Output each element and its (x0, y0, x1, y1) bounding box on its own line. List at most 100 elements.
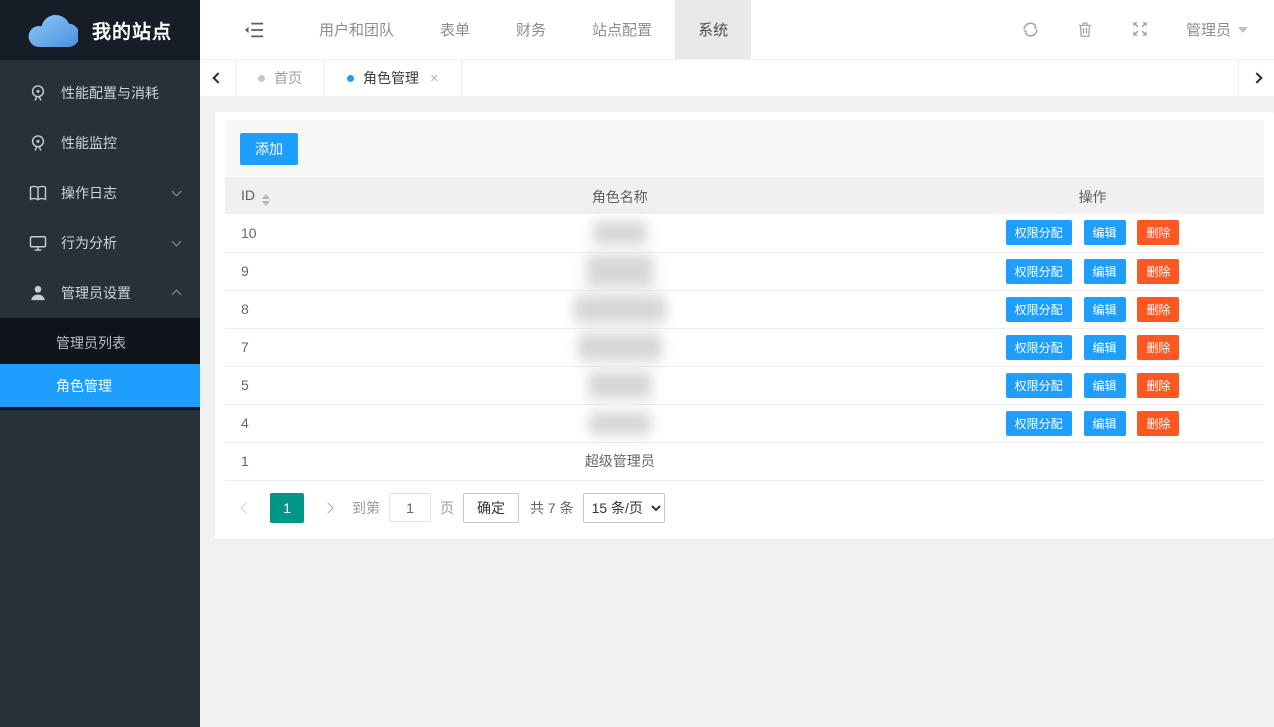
column-header-actions: 操作 (921, 179, 1264, 214)
sidebar-item-label: 性能配置与消耗 (61, 83, 180, 103)
tab-home[interactable]: 首页 (236, 60, 325, 96)
collapse-menu-icon[interactable] (244, 21, 264, 39)
table-row: 4 权限分配 编辑 删除 (225, 404, 1264, 442)
redacted-name (589, 412, 651, 435)
nav-item-forms[interactable]: 表单 (417, 0, 493, 59)
cell-id: 8 (225, 290, 319, 328)
assign-permission-button[interactable]: 权限分配 (1006, 259, 1072, 284)
assign-permission-button[interactable]: 权限分配 (1006, 373, 1072, 398)
assign-permission-button[interactable]: 权限分配 (1006, 297, 1072, 322)
redacted-name (593, 221, 647, 245)
cell-role-name (319, 290, 922, 328)
nav-label: 用户和团队 (319, 19, 394, 40)
cell-id: 9 (225, 252, 319, 290)
table-toolbar: 添加 (225, 120, 1264, 179)
chevron-down-icon (172, 187, 182, 197)
table-row: 5 权限分配 编辑 删除 (225, 366, 1264, 404)
cell-actions (921, 442, 1264, 480)
admin-settings-submenu: 管理员列表 角色管理 (0, 318, 200, 410)
tab-bar: 首页 角色管理 × (200, 60, 1274, 97)
user-name: 管理员 (1186, 19, 1231, 40)
tab-scroll-left-icon[interactable] (200, 60, 236, 96)
assign-permission-button[interactable]: 权限分配 (1006, 411, 1072, 436)
edit-button[interactable]: 编辑 (1084, 373, 1126, 398)
refresh-icon[interactable] (1021, 20, 1040, 39)
sidebar-subitem-role-management[interactable]: 角色管理 (0, 364, 200, 407)
sidebar-item-performance-config[interactable]: 性能配置与消耗 (0, 68, 200, 118)
user-menu[interactable]: 管理员 (1186, 19, 1248, 40)
nav-label: 系统 (698, 19, 728, 40)
sidebar-menu: 性能配置与消耗 性能监控 操作日志 (0, 60, 200, 410)
role-table-card: 添加 ID 角色名称 操作 10 (215, 112, 1274, 539)
edit-button[interactable]: 编辑 (1084, 259, 1126, 284)
sidebar-item-admin-settings[interactable]: 管理员设置 (0, 268, 200, 318)
user-icon (28, 283, 48, 303)
goto-label: 到第 (352, 498, 380, 518)
assign-permission-button[interactable]: 权限分配 (1006, 220, 1072, 245)
cell-actions: 权限分配 编辑 删除 (921, 290, 1264, 328)
delete-button[interactable]: 删除 (1137, 297, 1179, 322)
delete-button[interactable]: 删除 (1137, 220, 1179, 245)
cell-role-name (319, 214, 922, 252)
chevron-right-icon (322, 502, 333, 513)
cell-id: 1 (225, 442, 319, 480)
cell-id: 7 (225, 328, 319, 366)
delete-button[interactable]: 删除 (1137, 259, 1179, 284)
cell-role-name (319, 328, 922, 366)
redacted-name (578, 333, 662, 361)
delete-button[interactable]: 删除 (1137, 411, 1179, 436)
sidebar-item-behavior-analysis[interactable]: 行为分析 (0, 218, 200, 268)
logo[interactable]: 我的站点 (0, 0, 200, 60)
next-page-button[interactable] (313, 493, 343, 523)
nav-label: 财务 (516, 19, 546, 40)
column-label: 角色名称 (592, 189, 648, 205)
top-header: 用户和团队 表单 财务 站点配置 系统 (200, 0, 1274, 60)
cell-actions: 权限分配 编辑 删除 (921, 252, 1264, 290)
cell-id: 10 (225, 214, 319, 252)
cell-role-name: 超级管理员 (319, 442, 922, 480)
edit-button[interactable]: 编辑 (1084, 335, 1126, 360)
edit-button[interactable]: 编辑 (1084, 220, 1126, 245)
page-number-input[interactable] (389, 493, 431, 522)
page-size-select[interactable]: 15 条/页 (583, 493, 665, 523)
sidebar-item-label: 行为分析 (61, 233, 173, 253)
current-page[interactable]: 1 (270, 493, 304, 523)
pagination: 1 到第 页 确定 共 7 条 15 条/页 (225, 481, 1264, 533)
nav-item-users-teams[interactable]: 用户和团队 (296, 0, 417, 59)
sidebar-subitem-label: 角色管理 (56, 376, 112, 396)
cell-id: 4 (225, 404, 319, 442)
redacted-name (586, 255, 654, 287)
tab-label: 角色管理 (363, 68, 419, 88)
delete-button[interactable]: 删除 (1137, 373, 1179, 398)
nav-label: 站点配置 (592, 19, 652, 40)
roles-table: ID 角色名称 操作 10 权限分配 编辑 删除 (225, 179, 1264, 481)
sidebar-item-performance-monitor[interactable]: 性能监控 (0, 118, 200, 168)
sidebar-item-operation-log[interactable]: 操作日志 (0, 168, 200, 218)
page-content: 添加 ID 角色名称 操作 10 (200, 97, 1274, 727)
trash-icon[interactable] (1076, 20, 1095, 39)
assign-permission-button[interactable]: 权限分配 (1006, 335, 1072, 360)
column-header-id[interactable]: ID (225, 179, 319, 214)
book-icon (28, 183, 48, 203)
nav-item-system[interactable]: 系统 (675, 0, 751, 59)
tab-scroll-right-icon[interactable] (1238, 60, 1274, 96)
edit-button[interactable]: 编辑 (1084, 297, 1126, 322)
sort-icon[interactable] (262, 194, 270, 206)
close-icon[interactable]: × (430, 71, 439, 86)
tab-label: 首页 (274, 68, 302, 88)
sidebar-item-label: 操作日志 (61, 183, 173, 203)
add-button[interactable]: 添加 (240, 133, 298, 165)
nav-item-finance[interactable]: 财务 (493, 0, 569, 59)
confirm-page-button[interactable]: 确定 (463, 493, 519, 523)
prev-page-button[interactable] (231, 493, 261, 523)
redacted-name (588, 371, 652, 399)
edit-button[interactable]: 编辑 (1084, 411, 1126, 436)
caret-down-icon (1238, 27, 1248, 33)
fullscreen-icon[interactable] (1131, 20, 1150, 39)
delete-button[interactable]: 删除 (1137, 335, 1179, 360)
tab-role-management[interactable]: 角色管理 × (325, 60, 462, 96)
sidebar-subitem-admin-list[interactable]: 管理员列表 (0, 321, 200, 364)
table-row: 8 权限分配 编辑 删除 (225, 290, 1264, 328)
table-row: 1 超级管理员 (225, 442, 1264, 480)
nav-item-site-config[interactable]: 站点配置 (569, 0, 675, 59)
